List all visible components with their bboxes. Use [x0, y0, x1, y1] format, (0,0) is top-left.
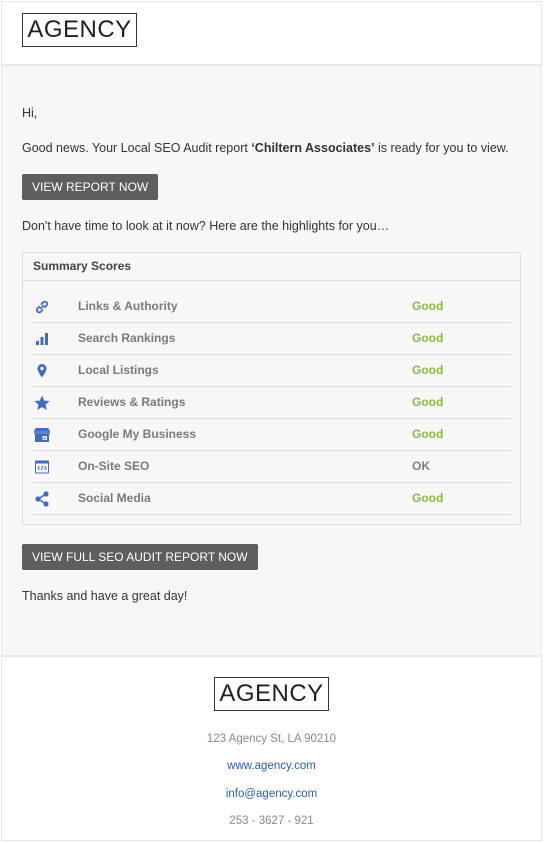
score-value: Good	[412, 395, 444, 409]
code-window-icon	[33, 459, 51, 475]
news-prefix: Good news. Your Local SEO Audit report	[22, 141, 252, 155]
score-label: Reviews & Ratings	[78, 395, 186, 409]
score-value: OK	[412, 459, 430, 473]
footer-email-text[interactable]: info@agency.com	[226, 788, 317, 800]
score-row-reviews-ratings: Reviews & Ratings Good	[33, 387, 511, 419]
share-icon	[33, 491, 51, 507]
score-label: Google My Business	[78, 427, 197, 441]
closing-text: Thanks and have a great day!	[22, 589, 188, 603]
score-row-on-site-seo: On-Site SEO OK	[33, 451, 511, 483]
news-suffix: is ready for you to view.	[374, 141, 509, 155]
score-row-local-listings: Local Listings Good	[33, 355, 511, 387]
score-value: Good	[412, 299, 444, 313]
score-value: Good	[412, 427, 444, 441]
score-row-google-my-business: G Google My Business Good	[33, 419, 511, 451]
view-full-audit-button[interactable]: VIEW FULL SEO AUDIT REPORT NOW	[22, 544, 258, 570]
footer-address: 123 Agency St, LA 90210	[206, 733, 337, 745]
footer-email-link[interactable]: info@agency.com	[2, 788, 541, 800]
greeting-text: Hi,	[22, 106, 38, 120]
email-header: AGENCY	[2, 2, 541, 66]
score-label: Social Media	[78, 491, 151, 505]
score-value: Good	[412, 491, 444, 505]
email-body: Hi, Good news. Your Local SEO Audit repo…	[2, 66, 541, 657]
score-label: Local Listings	[78, 363, 159, 377]
score-label: Search Rankings	[78, 331, 176, 345]
score-row-social-media: Social Media Good	[33, 483, 511, 515]
agency-logo-footer[interactable]: AGENCY	[214, 677, 329, 711]
summary-title: Summary Scores	[33, 259, 132, 273]
score-value: Good	[412, 331, 444, 345]
divider	[23, 280, 520, 281]
store-icon: G	[33, 427, 51, 443]
bar-chart-icon	[33, 331, 51, 347]
email-frame: AGENCY Hi, Good news. Your Local SEO Aud…	[1, 1, 542, 841]
footer-website-link[interactable]: www.agency.com	[2, 760, 541, 772]
view-report-button[interactable]: VIEW REPORT NOW	[22, 174, 159, 200]
score-row-links-authority: Links & Authority Good	[33, 291, 511, 323]
news-paragraph: Good news. Your Local SEO Audit report ‘…	[22, 141, 509, 155]
score-value: Good	[412, 363, 444, 377]
star-icon	[33, 395, 51, 411]
report-name: ‘Chiltern Associates’	[251, 141, 375, 155]
svg-text:G: G	[43, 435, 46, 440]
map-pin-icon	[33, 363, 51, 379]
score-label: On-Site SEO	[78, 459, 150, 473]
highlights-text: Don't have time to look at it now? Here …	[22, 219, 390, 233]
footer-phone: 253 - 3627 - 921	[229, 815, 314, 827]
score-label: Links & Authority	[78, 299, 178, 313]
score-row-search-rankings: Search Rankings Good	[33, 323, 511, 355]
email-footer: AGENCY 123 Agency St, LA 90210 www.agenc…	[2, 657, 541, 840]
footer-website-text[interactable]: www.agency.com	[227, 760, 316, 772]
link-icon	[33, 299, 51, 315]
summary-scores-card: Summary Scores Links & Authority Good Se…	[22, 252, 521, 525]
agency-logo[interactable]: AGENCY	[22, 13, 137, 47]
